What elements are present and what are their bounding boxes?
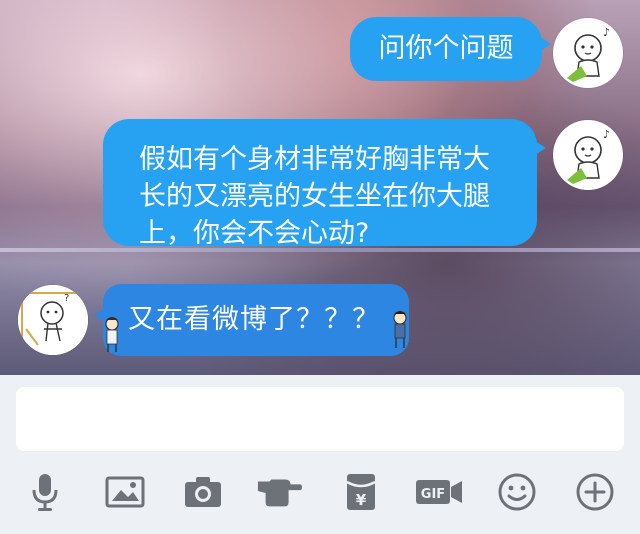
message-input[interactable]	[16, 387, 624, 451]
red-packet-icon: ¥	[346, 474, 376, 510]
message-bubble-outgoing[interactable]: 假如有个身材非常好胸非常大 长的又漂亮的女生坐在你大腿 上，你会不会心动?	[103, 119, 546, 249]
input-panel: ¥ GIF	[0, 375, 640, 534]
message-line: 假如有个身材非常好胸非常大	[139, 144, 490, 175]
message-line: 长的又漂亮的女生坐在你大腿	[139, 181, 490, 212]
emoji-icon	[498, 473, 536, 511]
svg-text:♪: ♪	[603, 26, 610, 39]
add-icon	[576, 473, 614, 511]
emoji-button[interactable]	[494, 472, 540, 512]
add-button[interactable]	[572, 472, 618, 512]
message-text: 问你个问题	[378, 33, 514, 64]
image-button[interactable]	[102, 472, 148, 512]
message-bubble-incoming[interactable]: 又在看微博了？？？	[94, 284, 409, 356]
cartoon-character-decoration-icon	[385, 284, 415, 356]
stick-figure-avatar-icon: ?	[18, 285, 88, 355]
message-line: 上，你会不会心动?	[139, 218, 370, 249]
microphone-icon	[32, 474, 58, 511]
red-packet-yen-label: ¥	[356, 491, 367, 509]
poke-button[interactable]	[256, 472, 302, 512]
cartoon-character-decoration-icon	[97, 284, 127, 356]
chat-toolbar: ¥ GIF	[0, 472, 640, 512]
chat-message-area[interactable]: 问你个问题 ♪ 假如有个身材非常好胸非常大 长的又漂亮的女生坐在你大腿 上，你会…	[0, 0, 640, 375]
voice-button[interactable]	[22, 472, 68, 512]
pointing-hand-icon	[257, 479, 302, 507]
avatar[interactable]: ?	[18, 285, 88, 355]
image-icon	[105, 476, 145, 508]
avatar[interactable]: ♪	[553, 18, 623, 88]
camera-button[interactable]	[180, 472, 226, 512]
gif-button[interactable]: GIF	[414, 472, 464, 512]
gif-label: GIF	[421, 487, 445, 502]
stick-figure-avatar-icon: ♪	[567, 26, 610, 82]
message-text: 又在看微博了？？？	[128, 304, 380, 335]
camera-icon	[185, 477, 221, 507]
avatar[interactable]: ♪	[553, 120, 623, 190]
stick-figure-avatar-icon: ♪	[567, 128, 610, 184]
svg-text:?: ?	[64, 293, 69, 304]
message-bubble-outgoing[interactable]: 问你个问题	[350, 17, 551, 81]
red-packet-button[interactable]: ¥	[338, 472, 384, 512]
gif-icon: GIF	[416, 480, 462, 504]
svg-text:♪: ♪	[603, 128, 610, 141]
